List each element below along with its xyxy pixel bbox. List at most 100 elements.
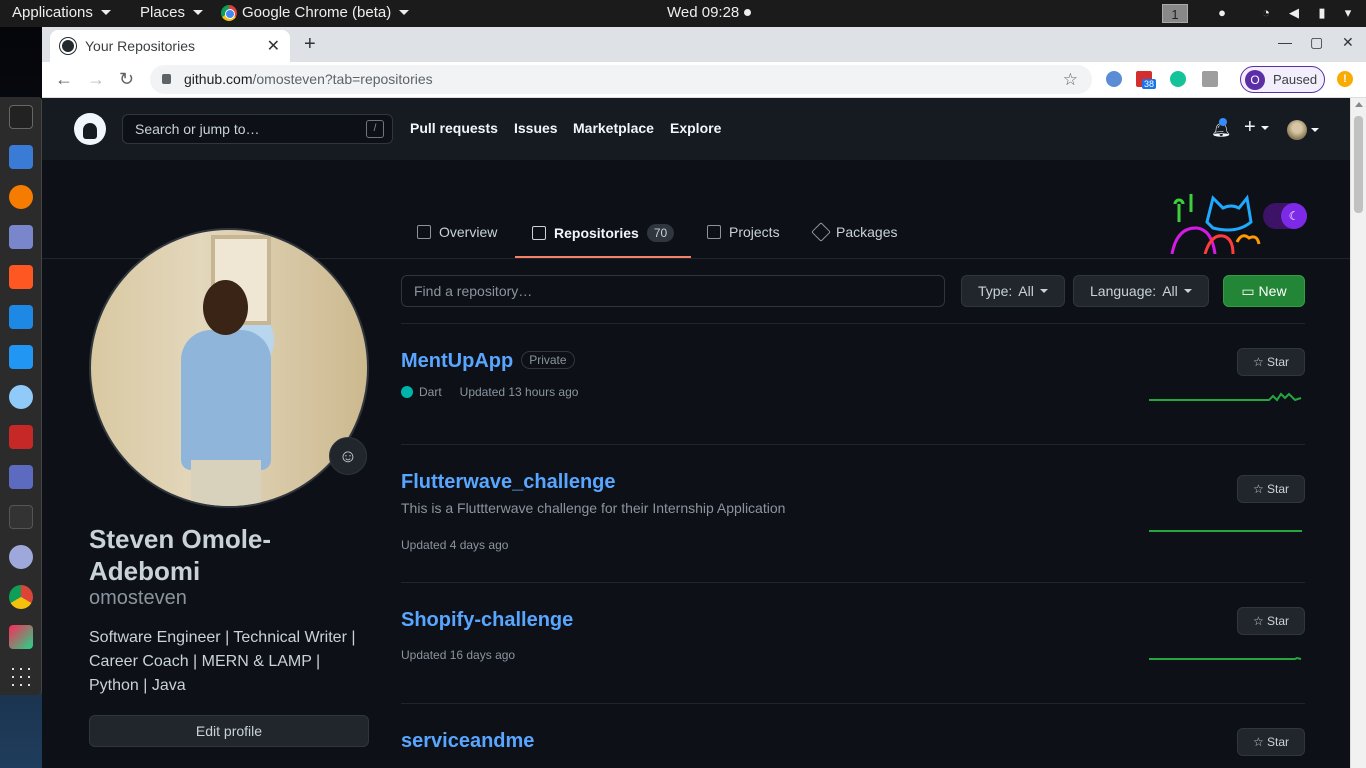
divider: [401, 582, 1305, 583]
type-filter-value: All: [1018, 283, 1034, 299]
applications-label: Applications: [12, 4, 93, 21]
notification-badge: [1219, 118, 1227, 126]
media-player-icon[interactable]: [9, 545, 33, 569]
star-button[interactable]: ☆ Star: [1237, 607, 1305, 635]
github-logo-icon[interactable]: [74, 113, 106, 145]
places-menu[interactable]: Places: [140, 4, 204, 21]
visibility-badge: Private: [521, 351, 575, 369]
scroll-up-icon[interactable]: [1355, 102, 1363, 107]
terminal-icon[interactable]: [9, 105, 33, 129]
repo-description: This is a Fluttterwave challenge for the…: [401, 500, 786, 516]
star-button[interactable]: ☆ Star: [1237, 728, 1305, 756]
activity-sparkline: [1149, 392, 1302, 402]
repo-updated: Updated 4 days ago: [401, 538, 509, 552]
repo-icon: [532, 226, 546, 240]
minimize-icon[interactable]: —: [1278, 34, 1292, 50]
browser-tab-strip: Your Repositories ✕ + — ▢ ✕: [42, 27, 1366, 62]
sublime-icon[interactable]: [9, 265, 33, 289]
profile-button[interactable]: O Paused: [1240, 66, 1325, 93]
system-menu-chevron-icon[interactable]: ▾: [1340, 6, 1356, 20]
files-icon[interactable]: [9, 145, 33, 169]
close-window-icon[interactable]: ✕: [1342, 34, 1354, 51]
tab-label: Overview: [439, 224, 498, 240]
tab-overview[interactable]: Overview: [417, 224, 497, 240]
type-filter-button[interactable]: Type: All: [961, 275, 1065, 307]
extension-icon[interactable]: [1106, 71, 1122, 87]
set-status-emoji-icon[interactable]: ☺: [329, 437, 367, 475]
chrome-menu-alert-icon[interactable]: !: [1337, 71, 1353, 87]
profile-avatar: O: [1245, 69, 1265, 90]
tab-packages[interactable]: Packages: [811, 222, 897, 242]
clock[interactable]: Wed 09:28: [667, 4, 752, 21]
url-host: github.com: [184, 71, 253, 87]
intellij-icon[interactable]: [9, 625, 33, 649]
maximize-icon[interactable]: ▢: [1310, 34, 1323, 51]
create-new-icon[interactable]: +: [1244, 116, 1270, 139]
theme-toggle[interactable]: ☾: [1263, 203, 1307, 229]
repo-name-link[interactable]: MentUpApp: [401, 350, 513, 372]
chevron-down-icon: [1311, 128, 1319, 132]
find-repository-input[interactable]: Find a repository…: [401, 275, 945, 307]
nav-marketplace[interactable]: Marketplace: [573, 120, 654, 136]
star-label: Star: [1267, 614, 1290, 628]
extension-badge: 38: [1142, 79, 1157, 89]
close-tab-icon[interactable]: ✕: [267, 36, 280, 56]
nav-explore[interactable]: Explore: [670, 120, 721, 136]
global-search-input[interactable]: Search or jump to… /: [122, 114, 393, 144]
photo-body: [181, 330, 271, 470]
page-scrollbar[interactable]: [1350, 98, 1366, 768]
app-menu[interactable]: Google Chrome (beta): [221, 4, 410, 21]
clock-label: Wed 09:28: [667, 4, 740, 21]
tab-projects[interactable]: Projects: [707, 224, 780, 240]
firefox-icon[interactable]: [9, 185, 33, 209]
chevron-down-icon: [1039, 289, 1048, 293]
vscode-icon[interactable]: [9, 345, 33, 369]
eye-icon[interactable]: [9, 385, 33, 409]
scrollbar-thumb[interactable]: [1354, 116, 1363, 213]
edit-profile-button[interactable]: Edit profile: [89, 715, 369, 747]
bookmark-star-icon[interactable]: ☆: [1063, 65, 1078, 94]
list-item: Shopify-challenge Updated 16 days ago ☆ …: [401, 607, 1305, 662]
workspace-indicator[interactable]: 1: [1162, 4, 1188, 23]
new-tab-icon[interactable]: +: [304, 33, 316, 56]
lock-icon: [162, 74, 171, 84]
repo-name-link[interactable]: serviceandme: [401, 730, 1305, 753]
repo-language: Dart: [419, 385, 442, 399]
app-grid-icon[interactable]: [9, 665, 33, 689]
wifi-icon[interactable]: ◔: [1258, 6, 1274, 20]
language-filter-button[interactable]: Language: All: [1073, 275, 1209, 307]
star-button[interactable]: ☆ Star: [1237, 348, 1305, 376]
repo-name-link[interactable]: Shopify-challenge: [401, 609, 1305, 632]
camera-icon[interactable]: ●: [1214, 6, 1230, 20]
tab-repositories[interactable]: Repositories 70: [532, 224, 675, 242]
grammarly-icon[interactable]: [1170, 71, 1186, 87]
reload-icon[interactable]: ↻: [119, 69, 134, 90]
browser-tab[interactable]: Your Repositories ✕: [50, 30, 290, 62]
chrome-icon[interactable]: [9, 585, 33, 609]
malwarebytes-icon[interactable]: [9, 305, 33, 329]
url-path: /omosteven?tab=repositories: [252, 71, 433, 87]
image-viewer-icon[interactable]: [9, 465, 33, 489]
volume-icon[interactable]: ◀: [1286, 6, 1302, 20]
cherry-icon[interactable]: [9, 425, 33, 449]
nav-pull-requests[interactable]: Pull requests: [410, 120, 498, 136]
download-extension-icon[interactable]: 38: [1136, 71, 1157, 89]
star-button[interactable]: ☆ Star: [1237, 475, 1305, 503]
repo-name-link[interactable]: Flutterwave_challenge: [401, 471, 1305, 494]
puzzle-extension-icon[interactable]: [1202, 71, 1218, 87]
user-avatar-menu[interactable]: [1287, 120, 1307, 140]
text-editor-icon[interactable]: [9, 225, 33, 249]
terminal-icon[interactable]: [9, 505, 33, 529]
address-bar[interactable]: github.com/omosteven?tab=repositories ☆: [150, 65, 1092, 94]
chevron-down-icon: [193, 10, 204, 15]
language-filter-value: All: [1162, 283, 1178, 299]
divider: [401, 703, 1305, 704]
applications-menu[interactable]: Applications: [12, 4, 111, 21]
new-repository-button[interactable]: ▭ New: [1223, 275, 1305, 307]
battery-icon[interactable]: ▮: [1314, 6, 1330, 20]
forward-icon[interactable]: →: [87, 69, 105, 90]
star-icon: ☆: [1252, 735, 1268, 749]
list-item: Flutterwave_challenge This is a Fluttter…: [401, 471, 1305, 552]
back-icon[interactable]: ←: [55, 69, 73, 90]
nav-issues[interactable]: Issues: [514, 120, 558, 136]
